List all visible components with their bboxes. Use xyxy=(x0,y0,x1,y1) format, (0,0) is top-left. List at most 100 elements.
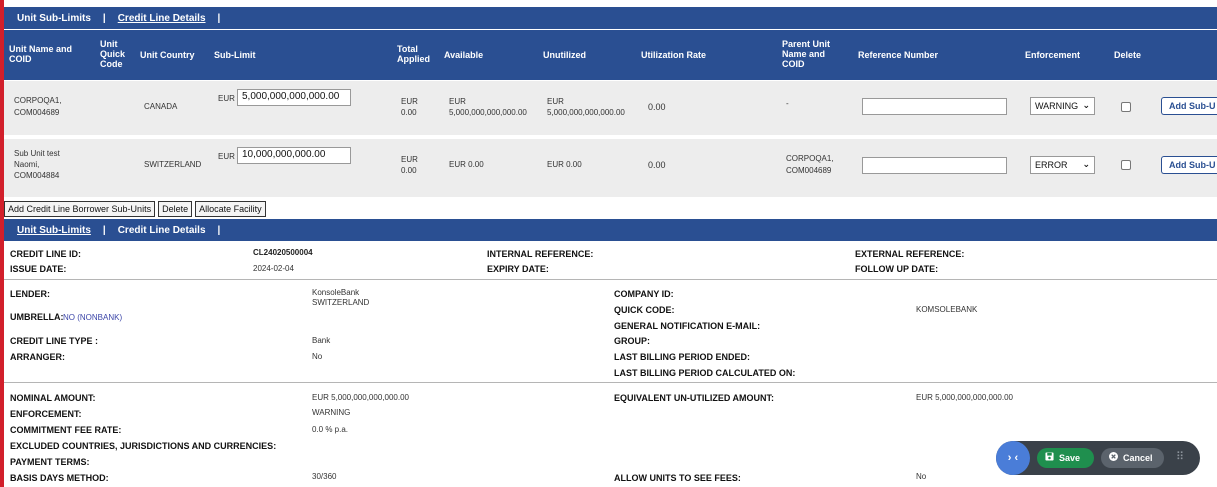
header-delete: Delete xyxy=(1114,50,1142,60)
quick-code-value: KOMSOLEBANK xyxy=(916,305,978,314)
row-parent-unit: CORPOQA1, xyxy=(786,154,834,163)
arranger-label: ARRANGER: xyxy=(10,352,65,362)
basis-days-label: BASIS DAYS METHOD: xyxy=(10,473,109,483)
expiry-date-label: EXPIRY DATE: xyxy=(487,264,549,274)
row-sublimit-currency: EUR xyxy=(218,152,235,161)
tab-unit-sub-limits[interactable]: Unit Sub-Limits xyxy=(17,13,91,24)
table-row: Sub Unit test Naomi, COM004884 SWITZERLA… xyxy=(4,139,1217,197)
top-tab-bar: Unit Sub-Limits | Credit Line Details | xyxy=(4,7,1217,29)
header-country: Unit Country xyxy=(140,50,195,60)
row-unit-name: CORPOQA1, xyxy=(14,96,62,105)
save-button[interactable]: Save xyxy=(1037,448,1094,468)
table-row: CORPOQA1, COM004689 CANADA EUR 5,000,000… xyxy=(4,81,1217,135)
add-borrower-sub-units-button[interactable]: Add Credit Line Borrower Sub-Units xyxy=(4,201,156,217)
row-total-applied: 0.00 xyxy=(401,108,417,117)
row-parent-coid: COM004689 xyxy=(786,166,832,175)
nominal-amount-label: NOMINAL AMOUNT: xyxy=(10,393,96,403)
delete-checkbox[interactable] xyxy=(1121,102,1131,112)
umbrella-label: UMBRELLA: xyxy=(10,312,64,322)
tab-unit-sub-limits[interactable]: Unit Sub-Limits xyxy=(17,225,91,236)
credit-line-type-label: CREDIT LINE TYPE : xyxy=(10,336,99,346)
reference-number-input[interactable] xyxy=(862,157,1007,174)
cancel-button[interactable]: Cancel xyxy=(1101,448,1164,468)
row-sublimit-currency: EUR xyxy=(218,94,235,103)
credit-line-id-label: CREDIT LINE ID: xyxy=(10,249,81,259)
enforcement-select-value: ERROR xyxy=(1035,160,1068,170)
equivalent-unutilized-value: EUR 5,000,000,000,000.00 xyxy=(916,393,1013,402)
header-parent-unit: Parent Unit Name and COID xyxy=(782,39,831,69)
bottom-tab-bar: Unit Sub-Limits | Credit Line Details | xyxy=(4,219,1217,241)
row-unit-name: Sub Unit test xyxy=(14,149,60,158)
follow-up-date-label: FOLLOW UP DATE: xyxy=(855,264,939,274)
header-quick-code: Unit Quick Code xyxy=(100,39,126,69)
lender-country: SWITZERLAND xyxy=(312,298,370,307)
tab-separator: | xyxy=(217,224,221,236)
external-reference-label: EXTERNAL REFERENCE: xyxy=(855,249,965,259)
drag-handle-icon[interactable]: ⠿ xyxy=(1176,450,1184,463)
sub-limit-input[interactable]: 10,000,000,000.00 xyxy=(237,147,351,164)
chevron-down-icon: ⌄ xyxy=(1082,159,1090,169)
quick-code-label: QUICK CODE: xyxy=(614,305,675,315)
credit-line-id-value: CL24020500004 xyxy=(253,248,313,257)
row-unutilized: 5,000,000,000,000.00 xyxy=(547,108,625,117)
company-id-label: COMPANY ID: xyxy=(614,289,674,299)
basis-days-value: 30/360 xyxy=(312,472,337,481)
tab-separator: | xyxy=(102,224,106,236)
section-divider xyxy=(4,382,1217,383)
internal-reference-label: INTERNAL REFERENCE: xyxy=(487,249,594,259)
tab-separator: | xyxy=(217,12,221,24)
add-sub-unit-button[interactable]: Add Sub-U xyxy=(1161,97,1217,115)
sub-limit-input[interactable]: 5,000,000,000,000.00 xyxy=(237,89,351,106)
enforcement-value: WARNING xyxy=(312,408,351,417)
row-total-applied-currency: EUR xyxy=(401,155,418,164)
delete-checkbox[interactable] xyxy=(1121,160,1131,170)
arranger-value: No xyxy=(312,352,323,361)
header-enforcement: Enforcement xyxy=(1025,50,1081,60)
credit-line-type-value: Bank xyxy=(312,336,331,345)
reference-number-input[interactable] xyxy=(862,98,1007,115)
tab-credit-line-details[interactable]: Credit Line Details xyxy=(118,225,206,236)
group-label: GROUP: xyxy=(614,336,650,346)
issue-date-label: ISSUE DATE: xyxy=(10,264,67,274)
header-utilization-rate: Utilization Rate xyxy=(641,50,707,60)
add-sub-unit-button[interactable]: Add Sub-U xyxy=(1161,156,1217,174)
payment-terms-label: PAYMENT TERMS: xyxy=(10,457,90,467)
row-coid: COM004884 xyxy=(14,171,60,180)
row-available: EUR 0.00 xyxy=(449,160,484,169)
header-unutilized: Unutilized xyxy=(543,50,586,60)
tab-separator: | xyxy=(102,12,106,24)
allow-units-value: No xyxy=(916,472,927,481)
row-country: SWITZERLAND xyxy=(144,160,202,169)
save-icon xyxy=(1045,448,1054,468)
delete-button[interactable]: Delete xyxy=(158,201,193,217)
lender-label: LENDER: xyxy=(10,289,50,299)
table-actions: Add Credit Line Borrower Sub-Units Delet… xyxy=(4,201,266,217)
enforcement-label: ENFORCEMENT: xyxy=(10,409,82,419)
row-unit-name-2: Naomi, xyxy=(14,160,40,169)
row-total-applied-currency: EUR xyxy=(401,97,418,106)
row-unutilized-currency: EUR xyxy=(547,97,564,106)
general-notification-label: GENERAL NOTIFICATION E-MAIL: xyxy=(614,321,761,331)
nominal-amount-value: EUR 5,000,000,000,000.00 xyxy=(312,393,409,402)
header-total-applied: Total Applied xyxy=(397,44,430,64)
enforcement-select-value: WARNING xyxy=(1035,101,1079,111)
last-billing-calculated-label: LAST BILLING PERIOD CALCULATED ON: xyxy=(614,368,796,378)
close-circle-icon xyxy=(1109,448,1118,468)
umbrella-value: NO (NONBANK) xyxy=(63,313,123,322)
enforcement-select[interactable]: ERROR ⌄ xyxy=(1030,156,1095,174)
collapse-toggle-button[interactable]: › ‹ xyxy=(996,441,1030,475)
allow-units-label: ALLOW UNITS TO SEE FEES: xyxy=(614,473,741,483)
excluded-countries-label: EXCLUDED COUNTRIES, JURISDICTIONS AND CU… xyxy=(10,441,277,451)
chevron-down-icon: ⌄ xyxy=(1082,100,1090,110)
row-available-currency: EUR xyxy=(449,97,466,106)
row-available: 5,000,000,000,000.00 xyxy=(449,108,527,117)
floating-action-bar: › ‹ Save Cancel ⠿ xyxy=(996,441,1200,475)
header-available: Available xyxy=(444,50,484,60)
header-unit-name: Unit Name and COID xyxy=(9,44,73,64)
allocate-facility-button[interactable]: Allocate Facility xyxy=(195,201,266,217)
commitment-fee-label: COMMITMENT FEE RATE: xyxy=(10,425,122,435)
enforcement-select[interactable]: WARNING ⌄ xyxy=(1030,97,1095,115)
tab-credit-line-details[interactable]: Credit Line Details xyxy=(118,13,206,24)
row-utilization-rate: 0.00 xyxy=(648,102,666,112)
last-billing-ended-label: LAST BILLING PERIOD ENDED: xyxy=(614,352,751,362)
